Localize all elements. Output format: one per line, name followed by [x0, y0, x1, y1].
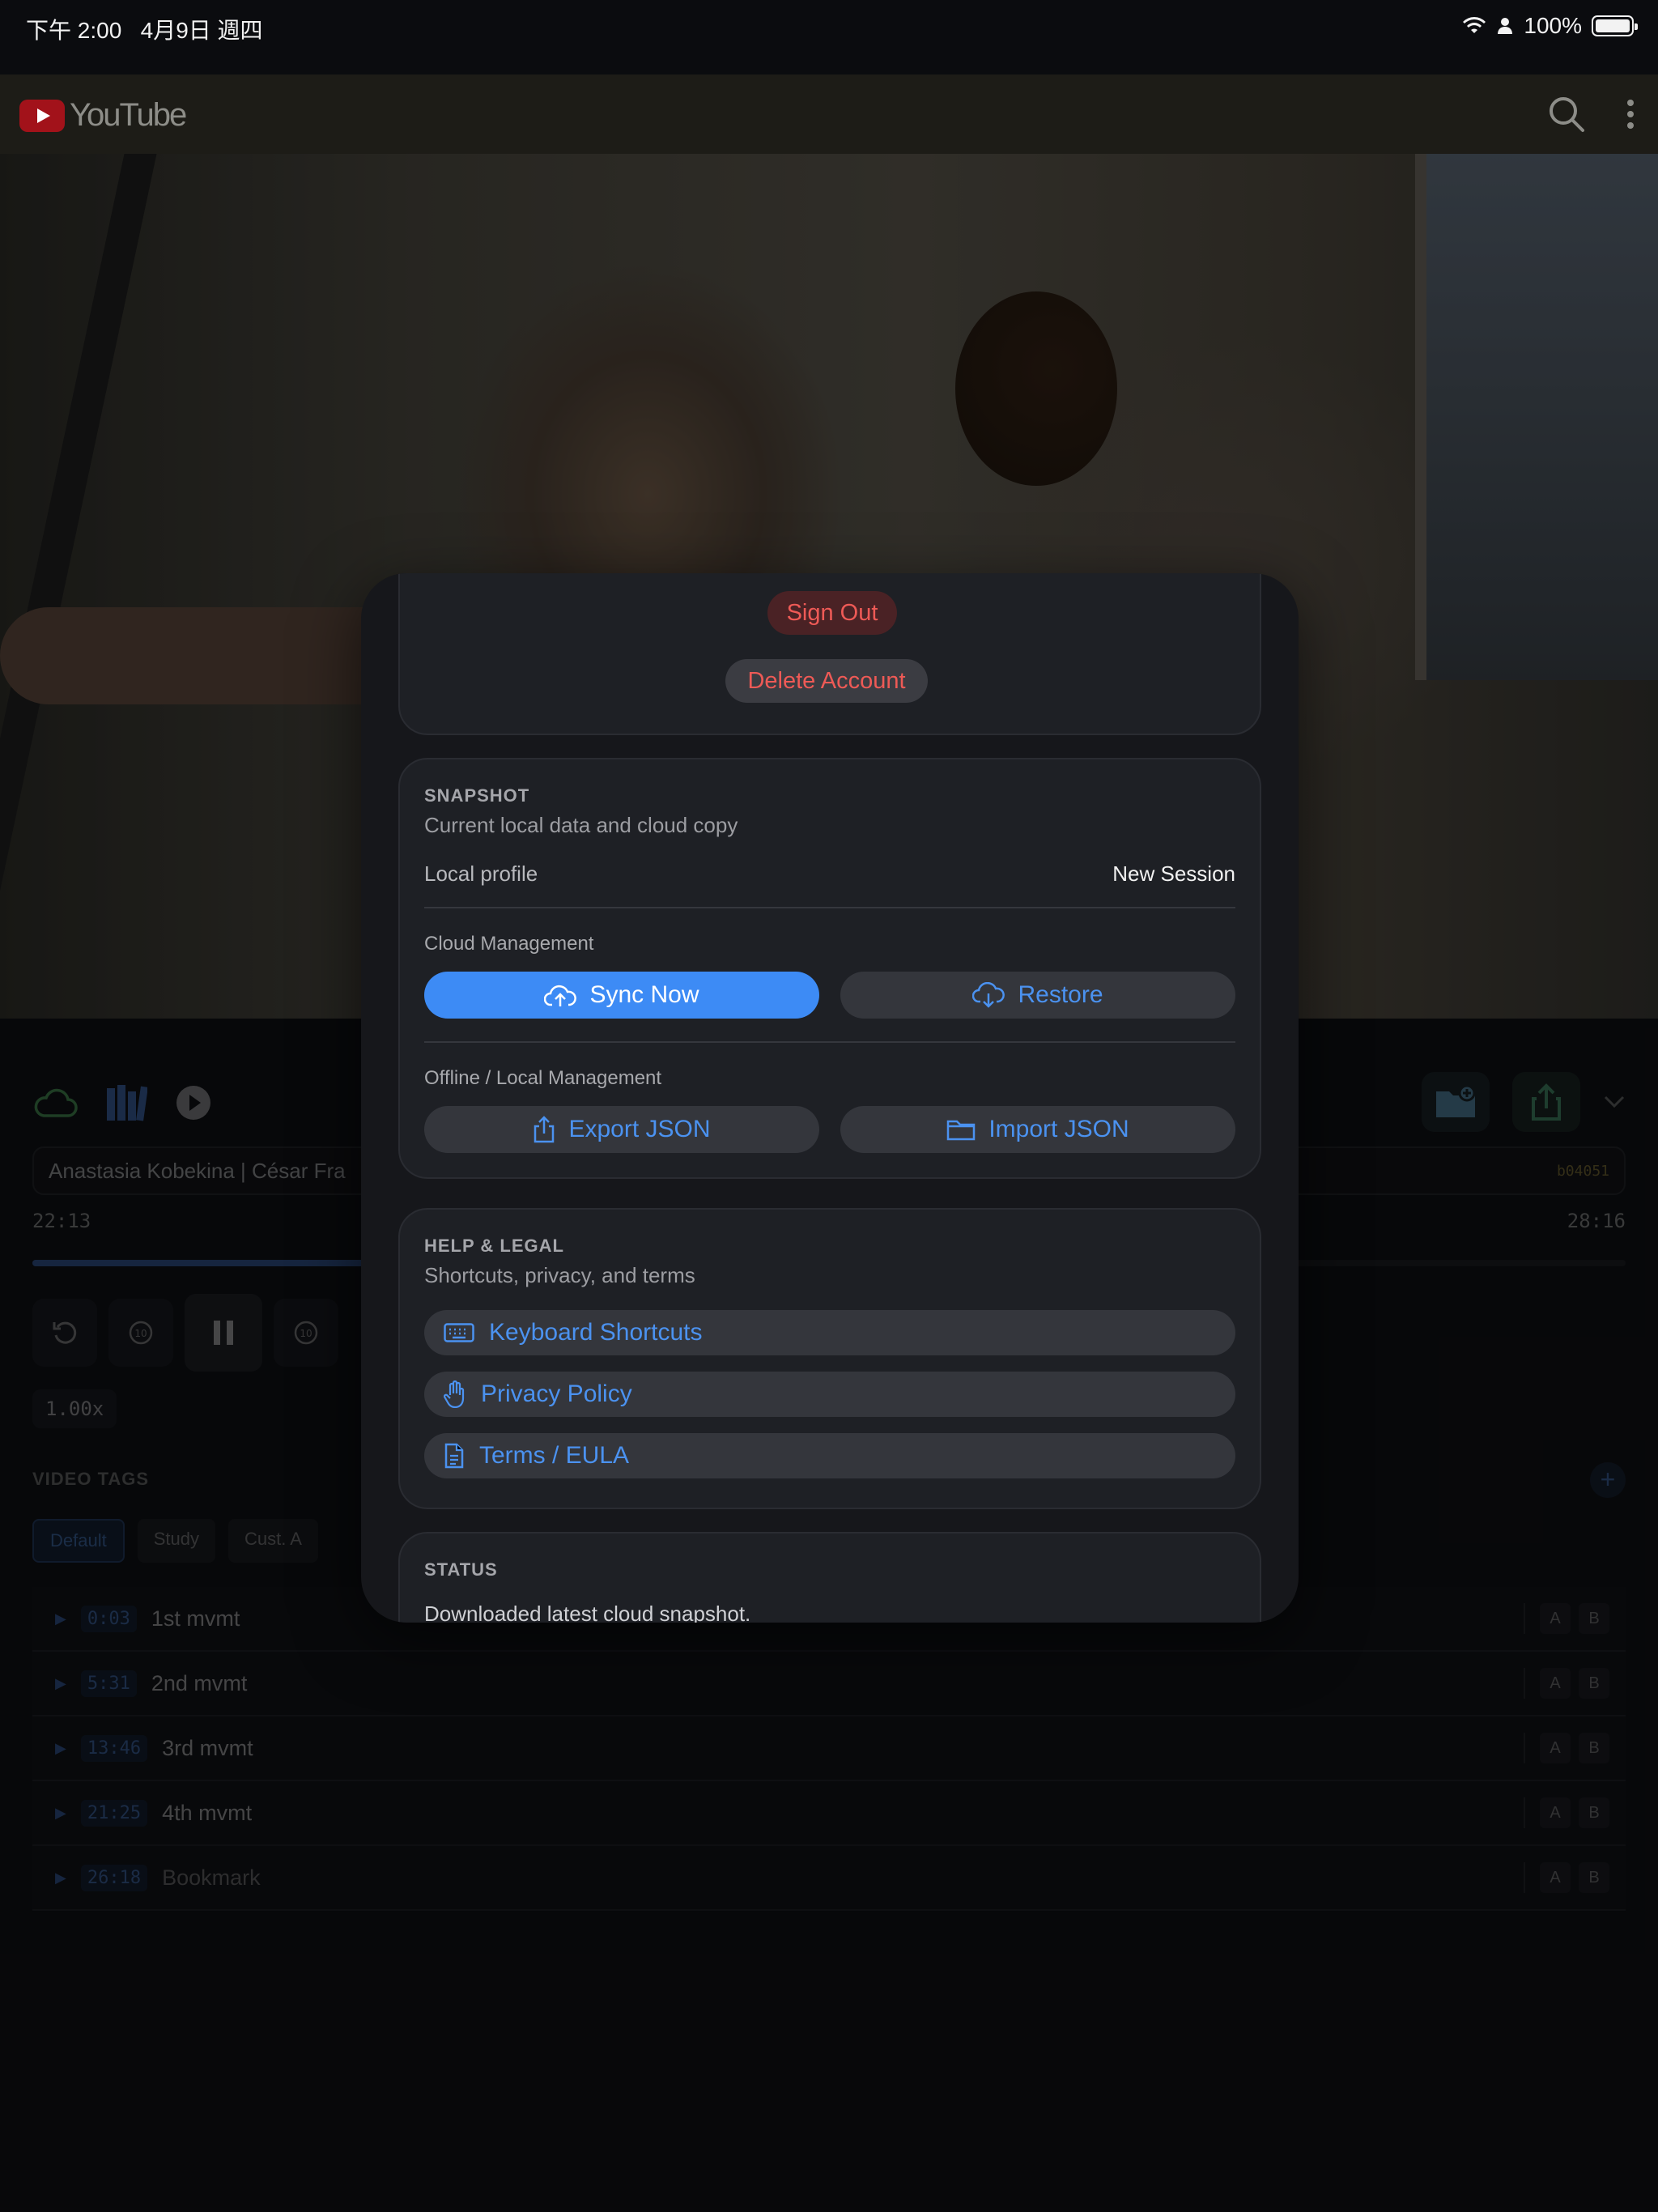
- import-json-label: Import JSON: [988, 1116, 1129, 1142]
- status-card: STATUS Downloaded latest cloud snapshot.: [398, 1532, 1261, 1623]
- hand-icon: [444, 1380, 465, 1408]
- share-upload-icon: [534, 1116, 555, 1143]
- help-legal-heading: HELP & LEGAL: [424, 1236, 564, 1256]
- folder-icon: [947, 1120, 976, 1141]
- account-card: Sign Out Delete Account: [398, 573, 1261, 735]
- restore-label: Restore: [1018, 981, 1103, 1008]
- cloud-upload-icon: [544, 985, 577, 1006]
- snapshot-subtitle: Current local data and cloud copy: [424, 813, 738, 837]
- local-profile-row: Local profile New Session: [424, 861, 1235, 887]
- status-date: 4月9日 週四: [140, 18, 263, 43]
- status-time-date: 下午 2:00 4月9日 週四: [26, 13, 263, 45]
- snapshot-heading: SNAPSHOT: [424, 785, 530, 806]
- status-bar: 下午 2:00 4月9日 週四 100%: [0, 0, 1658, 74]
- divider: [424, 1041, 1235, 1043]
- youtube-logo[interactable]: YouTube: [19, 97, 187, 134]
- sync-now-button[interactable]: Sync Now: [424, 972, 819, 1019]
- terms-eula-button[interactable]: Terms / EULA: [424, 1433, 1235, 1478]
- youtube-play-icon: [19, 99, 65, 132]
- restore-button[interactable]: Restore: [840, 972, 1235, 1019]
- local-profile-value: New Session: [1112, 861, 1235, 886]
- youtube-wordmark: YouTube: [70, 97, 187, 133]
- battery-icon: [1592, 15, 1638, 36]
- more-vert-icon[interactable]: [1626, 98, 1635, 130]
- export-json-button[interactable]: Export JSON: [424, 1106, 819, 1153]
- help-legal-card: HELP & LEGAL Shortcuts, privacy, and ter…: [398, 1208, 1261, 1509]
- export-json-label: Export JSON: [568, 1116, 711, 1142]
- keyboard-icon: [444, 1323, 474, 1342]
- divider: [424, 907, 1235, 908]
- status-heading: STATUS: [424, 1559, 498, 1580]
- keyboard-shortcuts-label: Keyboard Shortcuts: [489, 1319, 703, 1346]
- status-right: 100%: [1462, 13, 1638, 39]
- youtube-header: YouTube: [0, 74, 1658, 154]
- terms-eula-label: Terms / EULA: [479, 1442, 630, 1469]
- settings-sheet: Sign Out Delete Account SNAPSHOT Current…: [361, 573, 1299, 1623]
- import-json-button[interactable]: Import JSON: [840, 1106, 1235, 1153]
- search-icon[interactable]: [1548, 96, 1585, 133]
- privacy-policy-button[interactable]: Privacy Policy: [424, 1372, 1235, 1417]
- snapshot-card: SNAPSHOT Current local data and cloud co…: [398, 758, 1261, 1179]
- person-icon: [1498, 18, 1513, 34]
- battery-percent: 100%: [1524, 13, 1582, 38]
- status-time: 下午 2:00: [26, 18, 122, 43]
- privacy-policy-label: Privacy Policy: [481, 1380, 632, 1407]
- sync-now-label: Sync Now: [589, 981, 699, 1008]
- status-message: Downloaded latest cloud snapshot.: [424, 1602, 751, 1623]
- delete-account-button[interactable]: Delete Account: [725, 659, 928, 703]
- wifi-icon: [1463, 17, 1486, 33]
- local-profile-label: Local profile: [424, 861, 538, 886]
- help-legal-subtitle: Shortcuts, privacy, and terms: [424, 1263, 695, 1287]
- youtube-header-icons: [1548, 96, 1635, 133]
- keyboard-shortcuts-button[interactable]: Keyboard Shortcuts: [424, 1310, 1235, 1355]
- sign-out-button[interactable]: Sign Out: [767, 591, 897, 635]
- document-icon: [444, 1443, 464, 1469]
- offline-management-label: Offline / Local Management: [424, 1067, 662, 1089]
- cloud-download-icon: [972, 982, 1005, 1008]
- cloud-management-label: Cloud Management: [424, 933, 594, 955]
